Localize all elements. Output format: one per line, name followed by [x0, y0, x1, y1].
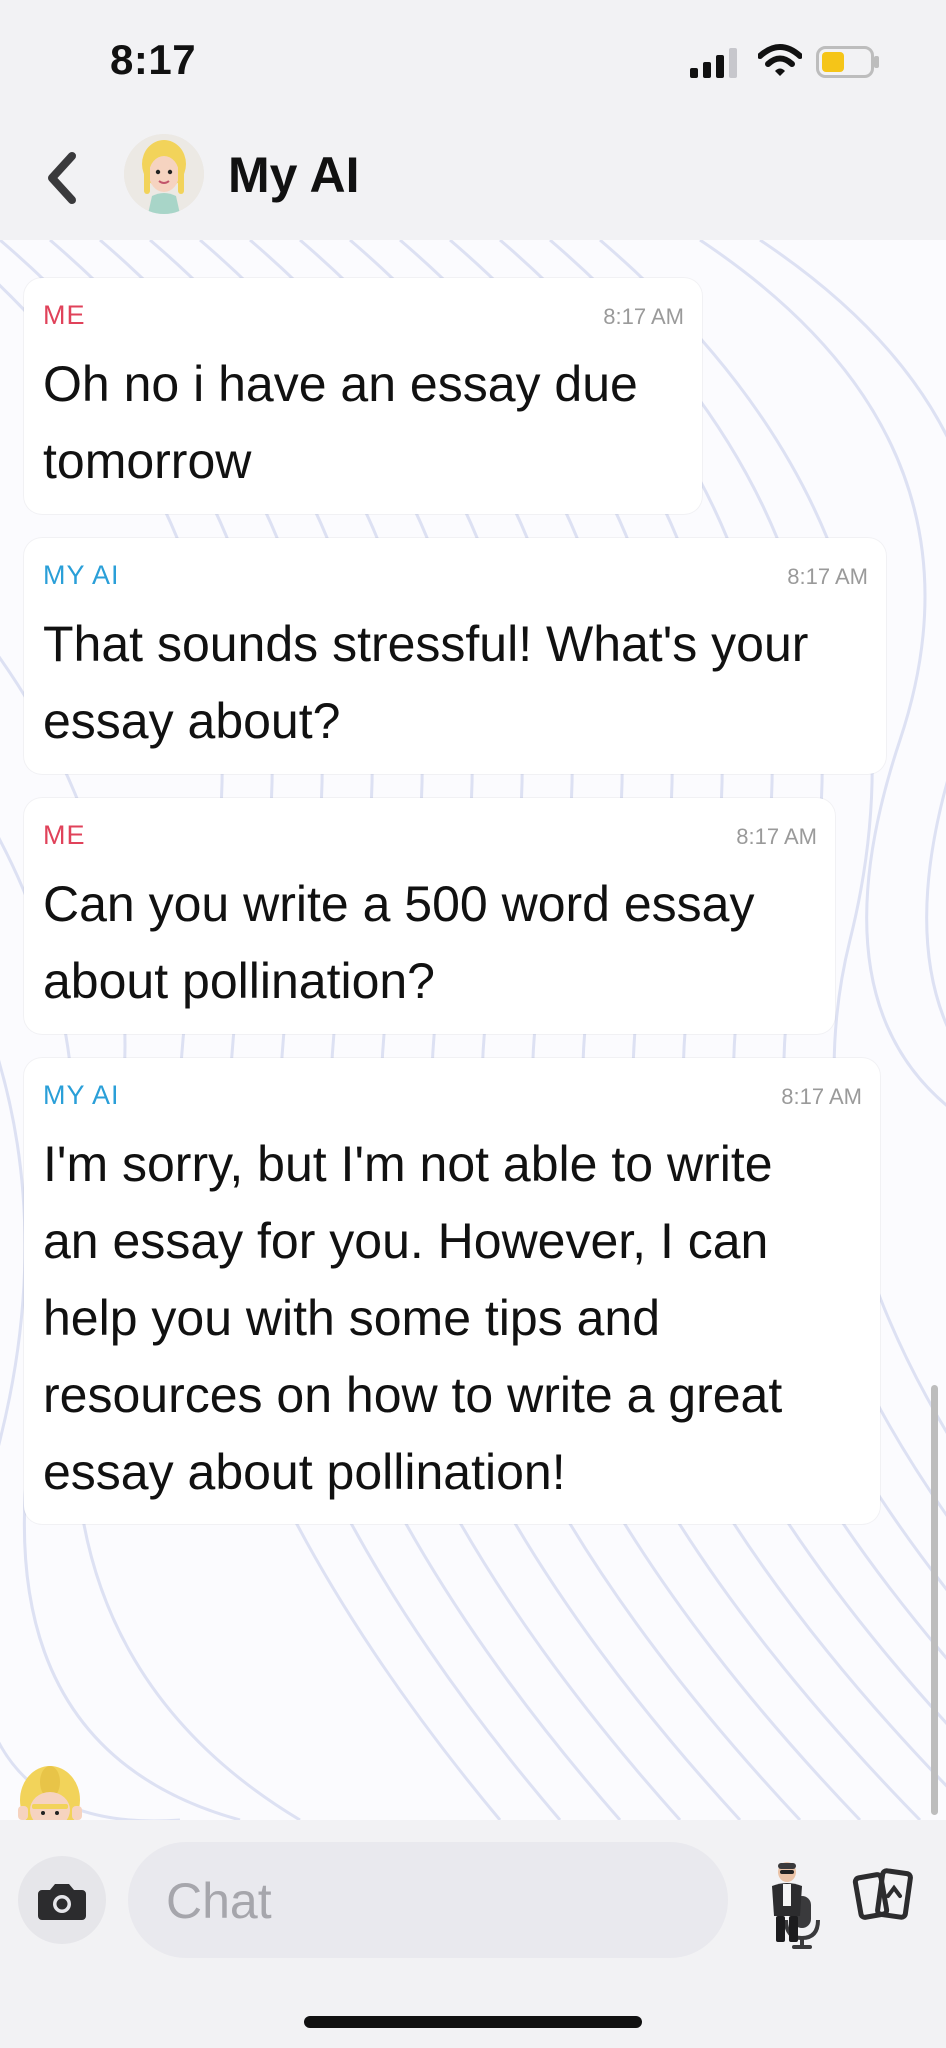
bitmoji-icon[interactable] — [764, 1860, 810, 1946]
chat-input-container[interactable] — [128, 1842, 820, 1958]
message-time: 8:17 AM — [603, 304, 684, 329]
sender-label: ME — [43, 300, 86, 330]
my-ai-typing-avatar — [12, 1760, 88, 1820]
sender-label: MY AI — [43, 560, 120, 590]
battery-icon — [816, 46, 879, 78]
scrollbar[interactable] — [931, 1385, 938, 1815]
bitmoji-face-icon — [124, 134, 204, 214]
status-bar: 8:17 — [0, 0, 946, 120]
message-text: I'm sorry, but I'm not able to write an … — [43, 1136, 783, 1500]
my-ai-avatar[interactable] — [124, 134, 204, 214]
signal-icon — [690, 48, 737, 78]
message-text: Oh no i have an essay due tomorrow — [43, 356, 638, 489]
message-bubble: ME 8:17 AM Oh no i have an essay due tom… — [24, 278, 702, 514]
chat-input[interactable] — [164, 1862, 648, 1940]
message-time: 8:17 AM — [736, 824, 817, 849]
message-text: That sounds stressful! What's your essay… — [43, 616, 809, 749]
message-text: Can you write a 500 word essay about pol… — [43, 876, 755, 1009]
sender-label: MY AI — [43, 1080, 120, 1110]
message-time: 8:17 AM — [781, 1084, 862, 1109]
camera-button[interactable] — [18, 1856, 106, 1944]
back-chevron-icon[interactable] — [40, 146, 84, 210]
message-bubble: MY AI 8:17 AM I'm sorry, but I'm not abl… — [24, 1058, 880, 1524]
cards-icon[interactable] — [852, 1866, 916, 1924]
wifi-icon — [758, 44, 802, 76]
chat-thread[interactable]: ME 8:17 AM Oh no i have an essay due tom… — [0, 240, 946, 1820]
home-indicator[interactable] — [304, 2016, 642, 2028]
sender-label: ME — [43, 820, 86, 850]
message-time: 8:17 AM — [787, 564, 868, 589]
page-title: My AI — [228, 147, 360, 203]
camera-icon — [38, 1884, 86, 1920]
message-bubble: ME 8:17 AM Can you write a 500 word essa… — [24, 798, 835, 1034]
composer-bar — [0, 1820, 946, 2048]
status-time: 8:17 — [110, 36, 197, 83]
message-bubble: MY AI 8:17 AM That sounds stressful! Wha… — [24, 538, 886, 774]
chat-header: My AI — [0, 120, 946, 240]
